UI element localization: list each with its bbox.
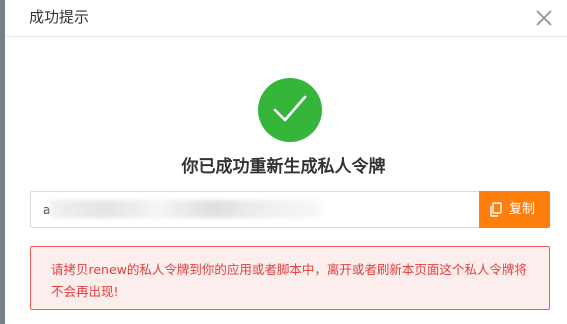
- token-row: 复制: [30, 191, 550, 228]
- check-circle-icon: [258, 78, 322, 142]
- copy-button[interactable]: 复制: [479, 191, 550, 228]
- alert-message: 请拷贝renew的私人令牌到你的应用或者脚本中，离开或者刷新本页面这个私人令牌将…: [51, 262, 527, 299]
- dialog-header: 成功提示: [5, 0, 567, 37]
- success-headline: 你已成功重新生成私人令牌: [181, 157, 386, 177]
- copy-button-label: 复制: [509, 202, 536, 217]
- warning-alert: 请拷贝renew的私人令牌到你的应用或者脚本中，离开或者刷新本页面这个私人令牌将…: [30, 246, 550, 310]
- dialog-title: 成功提示: [29, 8, 90, 26]
- copy-icon: [489, 202, 503, 221]
- token-redaction: [50, 200, 320, 218]
- success-dialog: 成功提示 你已成功重新生成私人令牌 复制 请拷贝renew的私人令: [0, 0, 567, 324]
- close-icon[interactable]: [535, 9, 553, 27]
